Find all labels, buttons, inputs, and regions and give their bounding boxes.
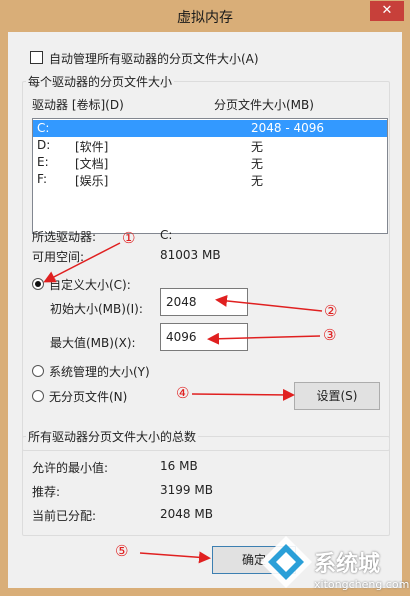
- watermark-logo-icon: [260, 536, 312, 588]
- arrow-3: [207, 332, 321, 345]
- watermark-url: xitongcheng.com: [314, 578, 410, 591]
- annotation-arrows: [43, 242, 323, 564]
- arrow-5: [139, 551, 211, 564]
- arrow-2: [215, 294, 323, 312]
- arrow-4: [191, 388, 295, 401]
- virtual-memory-dialog: 虚拟内存 ✕ 自动管理所有驱动器的分页文件大小(A) 每个驱动器的分页文件大小 …: [0, 0, 410, 596]
- arrow-1: [43, 242, 121, 283]
- watermark-text: 系统城: [314, 552, 381, 577]
